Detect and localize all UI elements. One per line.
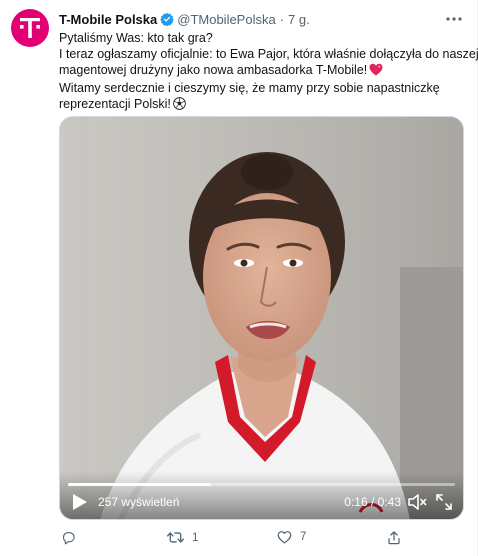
heart-icon bbox=[277, 531, 292, 544]
tweet-line-with-emoji: magentowej drużyny jako nowa ambasadorka… bbox=[59, 62, 469, 80]
verified-badge-icon bbox=[160, 12, 175, 26]
more-options-icon[interactable] bbox=[445, 11, 463, 27]
tweet-actions: 1 7 bbox=[59, 530, 464, 550]
video-frame-image bbox=[60, 117, 463, 519]
video-player[interactable]: 257 wyświetleń 0:16 / 0:43 bbox=[59, 116, 464, 520]
tweet-line-with-emoji: reprezentacji Polski! bbox=[59, 96, 469, 114]
like-count: 7 bbox=[300, 531, 307, 543]
retweet-button[interactable]: 1 bbox=[167, 530, 198, 545]
share-icon bbox=[388, 531, 400, 545]
reply-icon bbox=[62, 531, 75, 545]
tmobile-logo-icon bbox=[20, 18, 40, 38]
retweet-icon bbox=[167, 532, 184, 543]
tweet-timestamp[interactable]: 7 g. bbox=[288, 12, 310, 27]
heart-emoji-icon bbox=[369, 63, 383, 80]
tweet-line: I teraz ogłaszamy oficjalnie: to Ewa Paj… bbox=[59, 47, 478, 61]
fullscreen-icon[interactable] bbox=[435, 493, 453, 511]
soccer-ball-emoji-icon bbox=[173, 97, 186, 114]
retweet-count: 1 bbox=[192, 531, 199, 544]
avatar[interactable] bbox=[11, 9, 49, 47]
author-handle[interactable]: @TMobilePolska bbox=[177, 12, 275, 27]
separator-dot: · bbox=[279, 11, 285, 27]
tweet-line: reprezentacji Polski! bbox=[59, 97, 171, 111]
share-button[interactable] bbox=[387, 530, 409, 545]
tweet-header: T-Mobile Polska @TMobilePolska · 7 g. bbox=[59, 9, 463, 29]
tweet-card[interactable]: T-Mobile Polska @TMobilePolska · 7 g. Py… bbox=[0, 0, 478, 556]
play-icon[interactable] bbox=[72, 493, 88, 511]
reply-button[interactable] bbox=[61, 530, 84, 545]
video-progress-fill bbox=[68, 483, 212, 486]
video-timecode: 0:16 / 0:43 bbox=[344, 495, 401, 509]
like-button[interactable]: 7 bbox=[277, 530, 306, 544]
video-controls: 257 wyświetleń 0:16 / 0:43 bbox=[60, 471, 463, 519]
volume-muted-icon[interactable] bbox=[407, 492, 427, 512]
tweet-text: Pytaliśmy Was: kto tak gra? I teraz ogła… bbox=[59, 30, 478, 114]
tweet-line: Pytaliśmy Was: kto tak gra? bbox=[59, 31, 213, 45]
video-progress-bar[interactable] bbox=[68, 483, 455, 486]
tweet-line: magentowej drużyny jako nowa ambasadorka… bbox=[59, 63, 368, 77]
author-name[interactable]: T-Mobile Polska bbox=[59, 12, 157, 27]
video-view-count: 257 wyświetleń bbox=[98, 495, 180, 509]
tweet-line: Witamy serdecznie i cieszymy się, że mam… bbox=[59, 81, 440, 95]
